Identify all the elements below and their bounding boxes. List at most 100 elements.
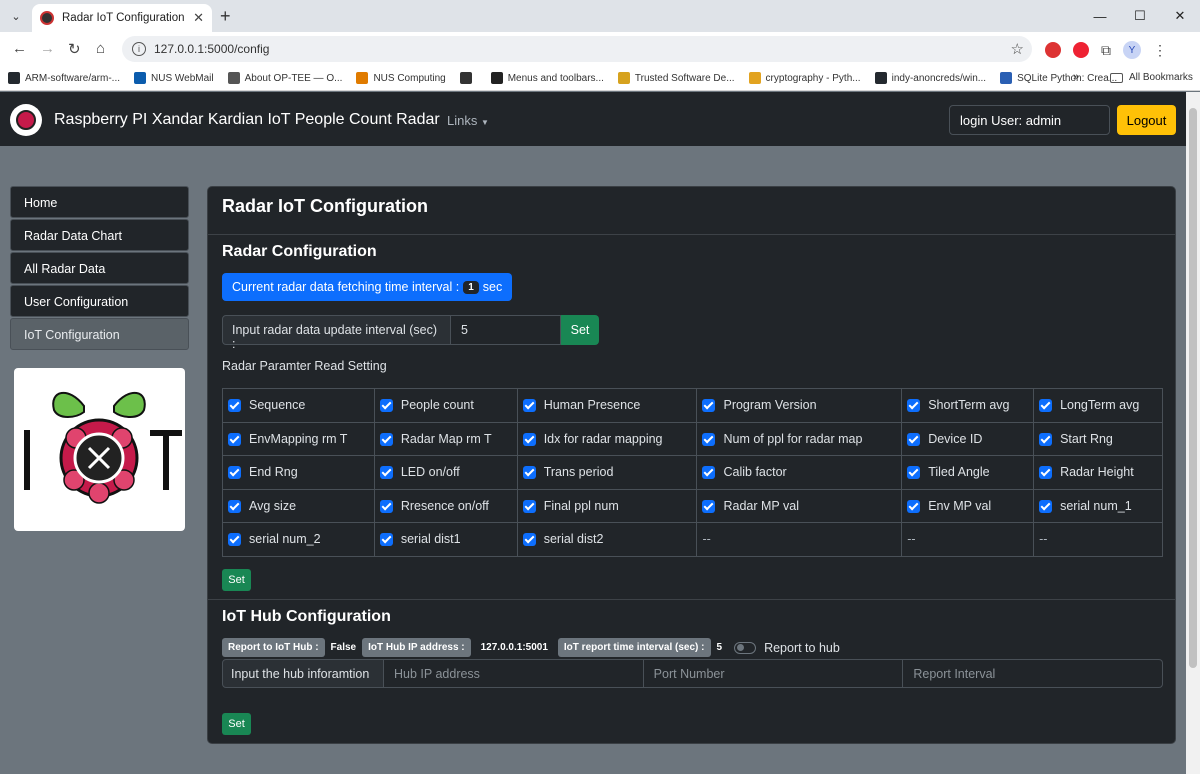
- sidebar-item-all-radar-data[interactable]: All Radar Data: [10, 252, 189, 284]
- close-window-icon[interactable]: ✕: [1160, 0, 1200, 32]
- raspberry-logo-icon: [10, 104, 42, 136]
- divider: [208, 599, 1175, 600]
- param-cell: --: [696, 522, 903, 557]
- brand-title[interactable]: Raspberry PI Xandar Kardian IoT People C…: [54, 111, 440, 129]
- new-tab-icon[interactable]: +: [220, 6, 231, 27]
- param-label: End Rng: [249, 465, 298, 480]
- bookmark-star-icon[interactable]: ☆: [1011, 40, 1024, 58]
- bookmark-favicon-icon: [490, 72, 503, 84]
- bookmark-label: indy-anoncreds/win...: [891, 72, 987, 84]
- param-checkbox[interactable]: [1039, 466, 1053, 480]
- param-checkbox[interactable]: [907, 399, 921, 413]
- bookmark-item[interactable]: NUS WebMail: [134, 72, 214, 84]
- param-checkbox[interactable]: [907, 499, 921, 513]
- param-cell: Trans period: [516, 455, 698, 490]
- param-checkbox[interactable]: [702, 466, 716, 480]
- bookmark-item[interactable]: [459, 72, 477, 84]
- page-title: Radar IoT Configuration: [222, 196, 428, 216]
- url-text: 127.0.0.1:5000/config: [154, 42, 270, 56]
- extensions-puzzle-icon[interactable]: ⧉: [1101, 42, 1111, 59]
- site-info-icon[interactable]: i: [132, 42, 146, 56]
- param-label: Tiled Angle: [928, 465, 990, 480]
- param-checkbox[interactable]: [907, 432, 921, 446]
- param-cell: Sequence: [222, 388, 375, 423]
- update-interval-input[interactable]: 5: [451, 315, 561, 345]
- param-checkbox[interactable]: [379, 432, 393, 446]
- param-checkbox[interactable]: [228, 432, 241, 446]
- param-checkbox[interactable]: [379, 399, 393, 413]
- report-interval-input[interactable]: Report Interval: [903, 659, 1164, 688]
- bookmark-item[interactable]: cryptography - Pyth...: [748, 72, 861, 84]
- param-checkbox[interactable]: [1039, 432, 1053, 446]
- param-checkbox[interactable]: [228, 399, 241, 413]
- reload-icon[interactable]: ↻: [68, 40, 81, 58]
- param-checkbox[interactable]: [702, 432, 716, 446]
- bookmark-item[interactable]: indy-anoncreds/win...: [874, 72, 987, 84]
- param-label: Idx for radar mapping: [543, 431, 663, 446]
- param-checkbox[interactable]: [522, 399, 536, 413]
- param-checkbox[interactable]: [228, 499, 241, 513]
- param-cell: End Rng: [222, 455, 375, 490]
- scrollbar-thumb[interactable]: [1189, 108, 1197, 668]
- param-checkbox[interactable]: [522, 466, 536, 480]
- param-label: Program Version: [723, 398, 817, 413]
- report-to-hub-toggle[interactable]: [734, 641, 757, 654]
- tab-search-icon[interactable]: ⌄: [6, 6, 26, 26]
- param-set-button[interactable]: Set: [222, 569, 251, 591]
- browser-tab-bar: ⌄ Radar IoT Configuration ✕ + — ☐ ✕: [0, 0, 1200, 32]
- maximize-icon[interactable]: ☐: [1120, 0, 1160, 32]
- bookmark-label: SQLite Python: Crea...: [1017, 72, 1118, 84]
- sidebar-item-home[interactable]: Home: [10, 186, 189, 218]
- logout-button[interactable]: Logout: [1117, 105, 1176, 135]
- param-label: Radar Height: [1060, 465, 1134, 480]
- browser-tab[interactable]: Radar IoT Configuration ✕: [32, 4, 212, 32]
- param-label: LED on/off: [400, 465, 460, 480]
- param-checkbox[interactable]: [907, 466, 921, 480]
- sidebar-item-radar-data-chart[interactable]: Radar Data Chart: [10, 219, 189, 251]
- param-checkbox[interactable]: [522, 432, 536, 446]
- param-checkbox[interactable]: [379, 533, 393, 547]
- param-checkbox[interactable]: [522, 499, 536, 513]
- bookmark-item[interactable]: Menus and toolbars...: [490, 72, 604, 84]
- bookmarks-bar: ARM-software/arm-... NUS WebMail About OP-…: [0, 66, 1200, 91]
- param-label: Num of ppl for radar map: [723, 431, 863, 446]
- bookmark-item[interactable]: SQLite Python: Crea...: [1000, 72, 1117, 84]
- bookmark-item[interactable]: NUS Computing: [356, 72, 446, 84]
- minimize-icon[interactable]: —: [1080, 0, 1120, 32]
- hub-set-button[interactable]: Set: [222, 713, 251, 735]
- param-checkbox[interactable]: [522, 533, 536, 547]
- param-checkbox[interactable]: [379, 466, 393, 480]
- bookmark-item[interactable]: ARM-software/arm-...: [8, 72, 120, 84]
- param-checkbox[interactable]: [379, 499, 393, 513]
- bookmark-item[interactable]: Trusted Software De...: [617, 72, 735, 84]
- param-checkbox[interactable]: [702, 499, 716, 513]
- back-icon[interactable]: ←: [12, 40, 27, 57]
- profile-avatar[interactable]: Y: [1123, 41, 1141, 59]
- tab-close-icon[interactable]: ✕: [193, 10, 204, 26]
- bookmark-item[interactable]: About OP-TEE — O...: [227, 72, 342, 84]
- param-checkbox[interactable]: [702, 399, 716, 413]
- port-number-input[interactable]: Port Number: [643, 659, 904, 688]
- hub-ip-input[interactable]: Hub IP address: [384, 659, 644, 688]
- home-icon[interactable]: ⌂: [96, 40, 105, 57]
- forward-icon[interactable]: →: [40, 40, 55, 57]
- links-dropdown[interactable]: Links ▼: [447, 113, 489, 128]
- param-checkbox[interactable]: [228, 466, 241, 480]
- sidebar-item-iot-configuration[interactable]: IoT Configuration: [10, 318, 189, 350]
- param-cell: Radar Height: [1033, 455, 1163, 490]
- more-bookmarks-icon[interactable]: »: [1073, 71, 1079, 83]
- all-bookmarks[interactable]: All Bookmarks: [1110, 72, 1193, 83]
- url-field[interactable]: i 127.0.0.1:5000/config ☆: [122, 36, 1032, 62]
- sidebar-item-user-configuration[interactable]: User Configuration: [10, 285, 189, 317]
- login-user-display: login User: admin: [949, 105, 1110, 135]
- param-checkbox[interactable]: [228, 533, 241, 547]
- browser-menu-icon[interactable]: ⋮: [1153, 42, 1167, 59]
- extension-icon-1[interactable]: [1045, 42, 1061, 58]
- extension-icon-2[interactable]: [1073, 42, 1089, 58]
- param-checkbox[interactable]: [1039, 399, 1053, 413]
- update-interval-set-button[interactable]: Set: [561, 315, 599, 345]
- param-checkbox[interactable]: [1039, 499, 1053, 513]
- top-navbar: Raspberry PI Xandar Kardian IoT People C…: [0, 92, 1186, 146]
- page-scrollbar[interactable]: [1186, 92, 1200, 774]
- hub-info-group: Input the hub inforamtion Hub IP address…: [222, 659, 1164, 688]
